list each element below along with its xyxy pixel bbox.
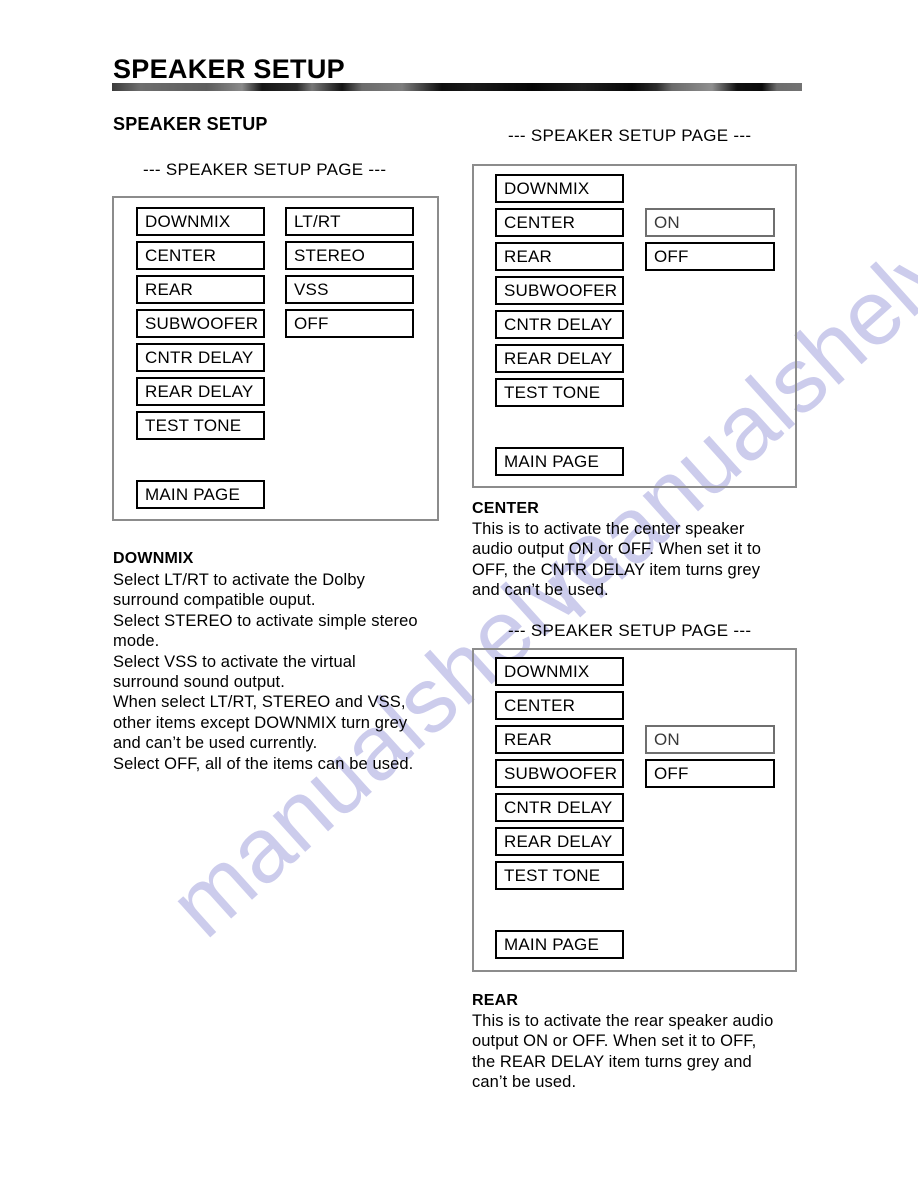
- menu-item-main-page[interactable]: MAIN PAGE: [495, 447, 624, 476]
- menu-item-center[interactable]: CENTER: [495, 691, 624, 720]
- caption-title-rear: REAR: [472, 992, 519, 1009]
- option-off[interactable]: OFF: [285, 309, 414, 338]
- osd-heading-downmix: --- SPEAKER SETUP PAGE ---: [143, 160, 387, 179]
- option-off[interactable]: OFF: [645, 759, 775, 788]
- page-title: SPEAKER SETUP: [113, 54, 345, 84]
- menu-item-subwoofer[interactable]: SUBWOOFER: [495, 759, 624, 788]
- option-on[interactable]: ON: [645, 725, 775, 754]
- menu-item-downmix[interactable]: DOWNMIX: [495, 657, 624, 686]
- menu-item-rear-delay[interactable]: REAR DELAY: [495, 827, 624, 856]
- menu-item-center[interactable]: CENTER: [136, 241, 265, 270]
- section-heading: SPEAKER SETUP: [113, 114, 268, 134]
- menu-item-test-tone[interactable]: TEST TONE: [495, 378, 624, 407]
- caption-title-downmix: DOWNMIX: [113, 550, 194, 567]
- osd-heading-center: --- SPEAKER SETUP PAGE ---: [508, 126, 752, 145]
- menu-item-cntr-delay[interactable]: CNTR DELAY: [136, 343, 265, 372]
- menu-item-rear-delay[interactable]: REAR DELAY: [136, 377, 265, 406]
- menu-item-test-tone[interactable]: TEST TONE: [495, 861, 624, 890]
- option-lt-rt[interactable]: LT/RT: [285, 207, 414, 236]
- menu-item-rear[interactable]: REAR: [495, 725, 624, 754]
- caption-body-downmix: Select LT/RT to activate the Dolby surro…: [113, 571, 418, 773]
- menu-item-rear-delay[interactable]: REAR DELAY: [495, 344, 624, 373]
- menu-item-rear[interactable]: REAR: [136, 275, 265, 304]
- menu-item-main-page[interactable]: MAIN PAGE: [136, 480, 265, 509]
- option-off[interactable]: OFF: [645, 242, 775, 271]
- menu-item-main-page[interactable]: MAIN PAGE: [495, 930, 624, 959]
- caption-body-rear: This is to activate the rear speaker aud…: [472, 1012, 774, 1092]
- menu-item-rear[interactable]: REAR: [495, 242, 624, 271]
- menu-item-cntr-delay[interactable]: CNTR DELAY: [495, 793, 624, 822]
- header-rule: [112, 83, 802, 91]
- menu-item-downmix[interactable]: DOWNMIX: [495, 174, 624, 203]
- option-vss[interactable]: VSS: [285, 275, 414, 304]
- osd-heading-rear: --- SPEAKER SETUP PAGE ---: [508, 621, 752, 640]
- menu-item-cntr-delay[interactable]: CNTR DELAY: [495, 310, 624, 339]
- option-stereo[interactable]: STEREO: [285, 241, 414, 270]
- caption-body-center: This is to activate the center speaker a…: [472, 520, 762, 600]
- menu-item-subwoofer[interactable]: SUBWOOFER: [136, 309, 265, 338]
- document-page: manualshelve manualshelve.com SPEAKER SE…: [0, 0, 918, 1188]
- option-on[interactable]: ON: [645, 208, 775, 237]
- menu-item-test-tone[interactable]: TEST TONE: [136, 411, 265, 440]
- menu-item-subwoofer[interactable]: SUBWOOFER: [495, 276, 624, 305]
- caption-title-center: CENTER: [472, 500, 539, 517]
- menu-item-downmix[interactable]: DOWNMIX: [136, 207, 265, 236]
- menu-item-center[interactable]: CENTER: [495, 208, 624, 237]
